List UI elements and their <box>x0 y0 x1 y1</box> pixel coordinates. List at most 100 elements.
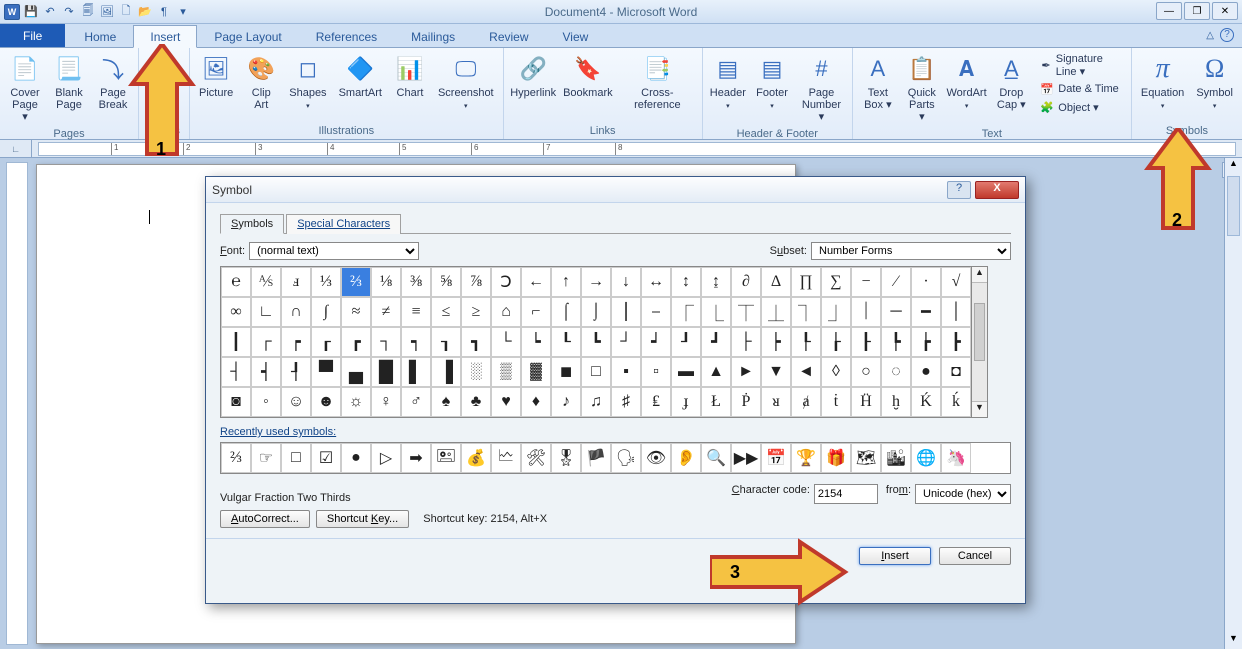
symbol-cell[interactable]: ◌ <box>881 357 911 387</box>
symbol-cell[interactable]: ∑ <box>821 267 851 297</box>
symbol-cell[interactable]: ▪ <box>611 357 641 387</box>
symbol-cell[interactable]: √ <box>941 267 971 297</box>
symbol-cell[interactable]: ♥ <box>491 387 521 417</box>
chart-button[interactable]: 📊Chart <box>389 50 431 102</box>
symbol-cell[interactable]: ┤ <box>221 357 251 387</box>
symbol-cell[interactable]: Ḱ <box>911 387 941 417</box>
symbol-cell[interactable]: ↔ <box>641 267 671 297</box>
from-select[interactable]: Unicode (hex) <box>915 484 1011 504</box>
dropcap-button[interactable]: A̲DropCap ▾ <box>990 50 1032 114</box>
scroll-down-icon[interactable]: ▼ <box>1225 633 1242 649</box>
symbol-cell[interactable]: ░ <box>461 357 491 387</box>
recent-symbol-cell[interactable]: ☑ <box>311 443 341 473</box>
symbol-cell[interactable]: ⅔ <box>341 267 371 297</box>
recent-symbol-cell[interactable]: ▷ <box>371 443 401 473</box>
symbol-cell[interactable]: ⅞ <box>461 267 491 297</box>
symbol-cell[interactable]: ┐ <box>371 327 401 357</box>
symbol-cell[interactable]: ⎯ <box>641 297 671 327</box>
minimize-button[interactable]: — <box>1156 2 1182 20</box>
symbol-cell[interactable]: ─ <box>881 297 911 327</box>
symbol-cell[interactable]: ♠ <box>431 387 461 417</box>
recent-symbol-cell[interactable]: 👂 <box>671 443 701 473</box>
recent-symbol-cell[interactable]: ☞ <box>251 443 281 473</box>
symbol-cell[interactable]: ● <box>911 357 941 387</box>
recent-symbol-cell[interactable]: 🌐 <box>911 443 941 473</box>
shapes-button[interactable]: ◻Shapes▾ <box>284 50 331 116</box>
recent-symbol-cell[interactable]: 🏴 <box>581 443 611 473</box>
symbol-cell[interactable]: ∆ <box>761 267 791 297</box>
symbol-cell[interactable]: ≥ <box>461 297 491 327</box>
symbol-cell[interactable]: ▬ <box>671 357 701 387</box>
restore-button[interactable]: ❐ <box>1184 2 1210 20</box>
scroll-down-icon[interactable]: ▼ <box>972 401 987 417</box>
recent-symbol-cell[interactable]: 🏙 <box>881 443 911 473</box>
symbol-cell[interactable]: ◙ <box>221 387 251 417</box>
symbol-cell[interactable]: └ <box>491 327 521 357</box>
symbol-cell[interactable]: ┚ <box>671 327 701 357</box>
symbol-cell[interactable]: ◊ <box>821 357 851 387</box>
symbol-cell[interactable]: ◦ <box>251 387 281 417</box>
symbol-cell[interactable]: ┥ <box>251 357 281 387</box>
symbol-cell[interactable]: Ↄ <box>491 267 521 297</box>
symbol-cell[interactable]: ┡ <box>881 327 911 357</box>
tab-special-characters[interactable]: Special Characters <box>286 214 401 234</box>
tab-home[interactable]: Home <box>67 25 133 47</box>
redo-icon[interactable]: ↷ <box>61 4 77 20</box>
symbol-cell[interactable]: ┞ <box>791 327 821 357</box>
symbol-cell[interactable]: ▓ <box>521 357 551 387</box>
symbol-cell[interactable]: ⅓ <box>311 267 341 297</box>
symbol-button[interactable]: ΩSymbol▾ <box>1191 50 1238 116</box>
undo-icon[interactable]: ↶ <box>42 4 58 20</box>
symbol-cell[interactable]: □ <box>581 357 611 387</box>
symbol-cell[interactable]: ┛ <box>701 327 731 357</box>
symbol-cell[interactable]: ⎿ <box>701 297 731 327</box>
recent-symbol-cell[interactable]: ▶▶ <box>731 443 761 473</box>
insert-button[interactable]: Insert <box>859 547 931 565</box>
symbol-cell[interactable]: ɟ <box>671 387 701 417</box>
symbol-cell[interactable]: ↑ <box>551 267 581 297</box>
recent-symbol-cell[interactable]: 🗠 <box>491 443 521 473</box>
open-icon[interactable]: 📂 <box>137 4 153 20</box>
symbol-cell[interactable]: ☼ <box>341 387 371 417</box>
symbol-cell[interactable]: ⅜ <box>401 267 431 297</box>
recent-symbol-cell[interactable]: ● <box>341 443 371 473</box>
header-button[interactable]: ▤Header▾ <box>707 50 749 116</box>
symbol-cell[interactable]: ┒ <box>431 327 461 357</box>
symbol-cell[interactable]: ∏ <box>791 267 821 297</box>
tab-view[interactable]: View <box>546 25 606 47</box>
dialog-close-button[interactable]: X <box>975 181 1019 199</box>
bookmark-button[interactable]: 🔖Bookmark <box>561 50 615 102</box>
vertical-scrollbar[interactable]: ▲ ▼ <box>1224 158 1242 649</box>
dialog-titlebar[interactable]: Symbol ? X <box>206 177 1025 203</box>
symbol-cell[interactable]: ┙ <box>641 327 671 357</box>
recent-symbol-cell[interactable]: 👁 <box>641 443 671 473</box>
symbol-cell[interactable]: ◄ <box>791 357 821 387</box>
symbol-cell[interactable]: ḱ <box>941 387 971 417</box>
symbol-cell[interactable]: ♯ <box>611 387 641 417</box>
recent-symbol-cell[interactable]: 🎁 <box>821 443 851 473</box>
page-break-button[interactable]: ⤵PageBreak <box>92 50 134 114</box>
tab-symbols[interactable]: Symbols <box>220 214 284 234</box>
symbol-cell[interactable]: ┘ <box>611 327 641 357</box>
symbol-cell[interactable]: Ł <box>701 387 731 417</box>
symbol-cell[interactable]: ₤ <box>641 387 671 417</box>
symbol-cell[interactable]: ▌ <box>401 357 431 387</box>
symbol-cell[interactable]: ▲ <box>701 357 731 387</box>
symbol-cell[interactable]: ← <box>521 267 551 297</box>
symbol-cell[interactable]: ∂ <box>731 267 761 297</box>
tab-references[interactable]: References <box>299 25 394 47</box>
recent-symbol-cell[interactable]: 🔍 <box>701 443 731 473</box>
new-icon[interactable]: 🗋 <box>118 4 134 20</box>
symbol-cell[interactable]: ♂ <box>401 387 431 417</box>
save-icon[interactable]: 💾 <box>23 4 39 20</box>
symbol-cell[interactable]: ┑ <box>401 327 431 357</box>
recent-symbol-cell[interactable]: 🦄 <box>941 443 971 473</box>
symbol-cell[interactable]: ⌐ <box>521 297 551 327</box>
symbol-cell[interactable]: ▫ <box>641 357 671 387</box>
symbol-cell[interactable]: ◘ <box>941 357 971 387</box>
symbol-cell[interactable]: ┌ <box>251 327 281 357</box>
qat-icon[interactable]: 🗐 <box>80 4 96 20</box>
scroll-thumb[interactable] <box>974 303 985 361</box>
grid-scrollbar[interactable]: ▲ ▼ <box>972 266 988 418</box>
symbol-cell[interactable]: ≡ <box>401 297 431 327</box>
